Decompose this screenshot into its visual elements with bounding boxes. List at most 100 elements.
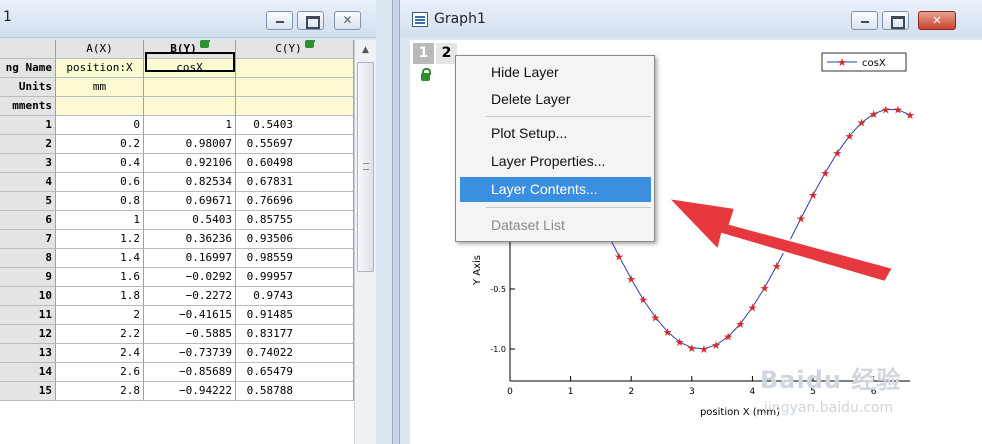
table-cell[interactable]: 2.6 bbox=[56, 363, 144, 382]
table-cell[interactable]: 0.60498 bbox=[236, 154, 354, 173]
table-cell[interactable] bbox=[236, 78, 354, 97]
row-number[interactable]: 14 bbox=[0, 363, 56, 382]
row-number[interactable]: 12 bbox=[0, 325, 56, 344]
table-cell[interactable]: 0.16997 bbox=[144, 249, 236, 268]
table-cell[interactable]: 1.2 bbox=[56, 230, 144, 249]
table-cell[interactable]: 2.4 bbox=[56, 344, 144, 363]
table-cell[interactable] bbox=[144, 78, 236, 97]
menu-item-delete-layer[interactable]: Delete Layer bbox=[460, 87, 651, 112]
table-cell[interactable]: 0.69671 bbox=[144, 192, 236, 211]
worksheet-window: 1 ✕ A(X) B(Y) C(Y) ng Name position:X cosX… bbox=[0, 0, 392, 444]
table-cell[interactable]: −0.94222 bbox=[144, 382, 236, 401]
table-cell[interactable]: 0.4 bbox=[56, 154, 144, 173]
table-cell[interactable]: 0.9743 bbox=[236, 287, 354, 306]
row-number[interactable]: 8 bbox=[0, 249, 56, 268]
vertical-scrollbar[interactable]: ▲ bbox=[354, 40, 376, 444]
scroll-thumb[interactable] bbox=[357, 62, 374, 272]
window-splitter[interactable] bbox=[392, 0, 400, 444]
table-cell[interactable]: 1 bbox=[144, 116, 236, 135]
table-cell[interactable]: 0.6 bbox=[56, 173, 144, 192]
table-cell[interactable] bbox=[144, 97, 236, 116]
column-header-c[interactable]: C(Y) bbox=[236, 40, 354, 59]
table-cell[interactable]: 0.65479 bbox=[236, 363, 354, 382]
table-cell[interactable] bbox=[236, 59, 354, 78]
table-cell[interactable]: 2.2 bbox=[56, 325, 144, 344]
table-cell[interactable]: 0.67831 bbox=[236, 173, 354, 192]
row-number[interactable]: 5 bbox=[0, 192, 56, 211]
table-cell[interactable]: 0.92106 bbox=[144, 154, 236, 173]
table-cell[interactable]: 0.74022 bbox=[236, 344, 354, 363]
row-number[interactable]: 3 bbox=[0, 154, 56, 173]
menu-item-layer-properties[interactable]: Layer Properties... bbox=[460, 149, 651, 174]
table-row: 12 2.2 −0.5885 0.83177 bbox=[0, 325, 354, 344]
menu-item-plot-setup[interactable]: Plot Setup... bbox=[460, 121, 651, 146]
table-cell[interactable]: 0.5403 bbox=[236, 116, 354, 135]
row-number[interactable]: 13 bbox=[0, 344, 56, 363]
active-cell-outline[interactable] bbox=[145, 52, 235, 72]
table-cell[interactable]: −0.85689 bbox=[144, 363, 236, 382]
table-cell[interactable]: 0.8 bbox=[56, 192, 144, 211]
table-cell[interactable] bbox=[56, 97, 144, 116]
table-cell[interactable]: 0.83177 bbox=[236, 325, 354, 344]
minimize-button[interactable] bbox=[851, 11, 878, 30]
table-cell[interactable]: 1.6 bbox=[56, 268, 144, 287]
table-cell[interactable]: 0.99957 bbox=[236, 268, 354, 287]
menu-item-dataset-list[interactable]: Dataset List bbox=[460, 213, 651, 238]
table-cell[interactable]: 0.58788 bbox=[236, 382, 354, 401]
table-cell[interactable]: 0.36236 bbox=[144, 230, 236, 249]
table-cell[interactable]: 0.93506 bbox=[236, 230, 354, 249]
table-cell[interactable]: 1.4 bbox=[56, 249, 144, 268]
maximize-button[interactable] bbox=[297, 11, 324, 30]
row-number[interactable]: 2 bbox=[0, 135, 56, 154]
table-cell[interactable]: 0.76696 bbox=[236, 192, 354, 211]
table-cell[interactable]: 2.8 bbox=[56, 382, 144, 401]
worksheet-titlebar[interactable]: 1 ✕ bbox=[0, 0, 392, 38]
close-button[interactable]: ✕ bbox=[918, 11, 956, 30]
table-cell[interactable] bbox=[236, 97, 354, 116]
row-header[interactable]: mments bbox=[0, 97, 56, 116]
row-number[interactable]: 4 bbox=[0, 173, 56, 192]
menu-item-hide-layer[interactable]: Hide Layer bbox=[460, 60, 651, 85]
scroll-up-arrow-icon[interactable]: ▲ bbox=[355, 40, 376, 60]
graph-titlebar[interactable]: Graph1 ✕ bbox=[400, 0, 982, 38]
row-header[interactable]: Units bbox=[0, 78, 56, 97]
row-number[interactable]: 9 bbox=[0, 268, 56, 287]
corner-cell[interactable] bbox=[0, 40, 56, 59]
table-cell[interactable]: 0 bbox=[56, 116, 144, 135]
table-cell[interactable]: 0.55697 bbox=[236, 135, 354, 154]
table-cell[interactable]: −0.2272 bbox=[144, 287, 236, 306]
minimize-button[interactable] bbox=[266, 11, 293, 30]
maximize-button[interactable] bbox=[882, 11, 909, 30]
column-header-a[interactable]: A(X) bbox=[56, 40, 144, 59]
table-cell[interactable]: 0.5403 bbox=[144, 211, 236, 230]
table-cell[interactable]: 2 bbox=[56, 306, 144, 325]
table-cell[interactable]: mm bbox=[56, 78, 144, 97]
row-number[interactable]: 6 bbox=[0, 211, 56, 230]
table-cell[interactable]: 0.82534 bbox=[144, 173, 236, 192]
column-label: C(Y) bbox=[275, 42, 302, 55]
table-cell[interactable]: 0.2 bbox=[56, 135, 144, 154]
table-cell[interactable]: 0.85755 bbox=[236, 211, 354, 230]
menu-item-layer-contents[interactable]: Layer Contents... bbox=[460, 177, 651, 202]
table-cell[interactable]: 0.91485 bbox=[236, 306, 354, 325]
table-cell[interactable]: −0.41615 bbox=[144, 306, 236, 325]
row-number[interactable]: 7 bbox=[0, 230, 56, 249]
close-button[interactable]: ✕ bbox=[334, 11, 361, 30]
table-cell[interactable]: −0.73739 bbox=[144, 344, 236, 363]
table-cell[interactable]: 0.98007 bbox=[144, 135, 236, 154]
table-row: 4 0.6 0.82534 0.67831 bbox=[0, 173, 354, 192]
table-cell[interactable]: 0.98559 bbox=[236, 249, 354, 268]
table-cell[interactable]: 1 bbox=[56, 211, 144, 230]
row-number[interactable]: 1 bbox=[0, 116, 56, 135]
table-cell[interactable]: −0.5885 bbox=[144, 325, 236, 344]
worksheet-grid[interactable]: A(X) B(Y) C(Y) ng Name position:X cosX Unit… bbox=[0, 40, 354, 444]
row-number[interactable]: 11 bbox=[0, 306, 56, 325]
row-number[interactable]: 15 bbox=[0, 382, 56, 401]
row-header[interactable]: ng Name bbox=[0, 59, 56, 78]
table-cell[interactable]: −0.0292 bbox=[144, 268, 236, 287]
row-number[interactable]: 10 bbox=[0, 287, 56, 306]
legend[interactable]: ★ cosX bbox=[821, 52, 907, 72]
table-cell[interactable]: 1.8 bbox=[56, 287, 144, 306]
table-cell[interactable]: position:X bbox=[56, 59, 144, 78]
y-axis-label: Y Axis bbox=[472, 255, 483, 286]
